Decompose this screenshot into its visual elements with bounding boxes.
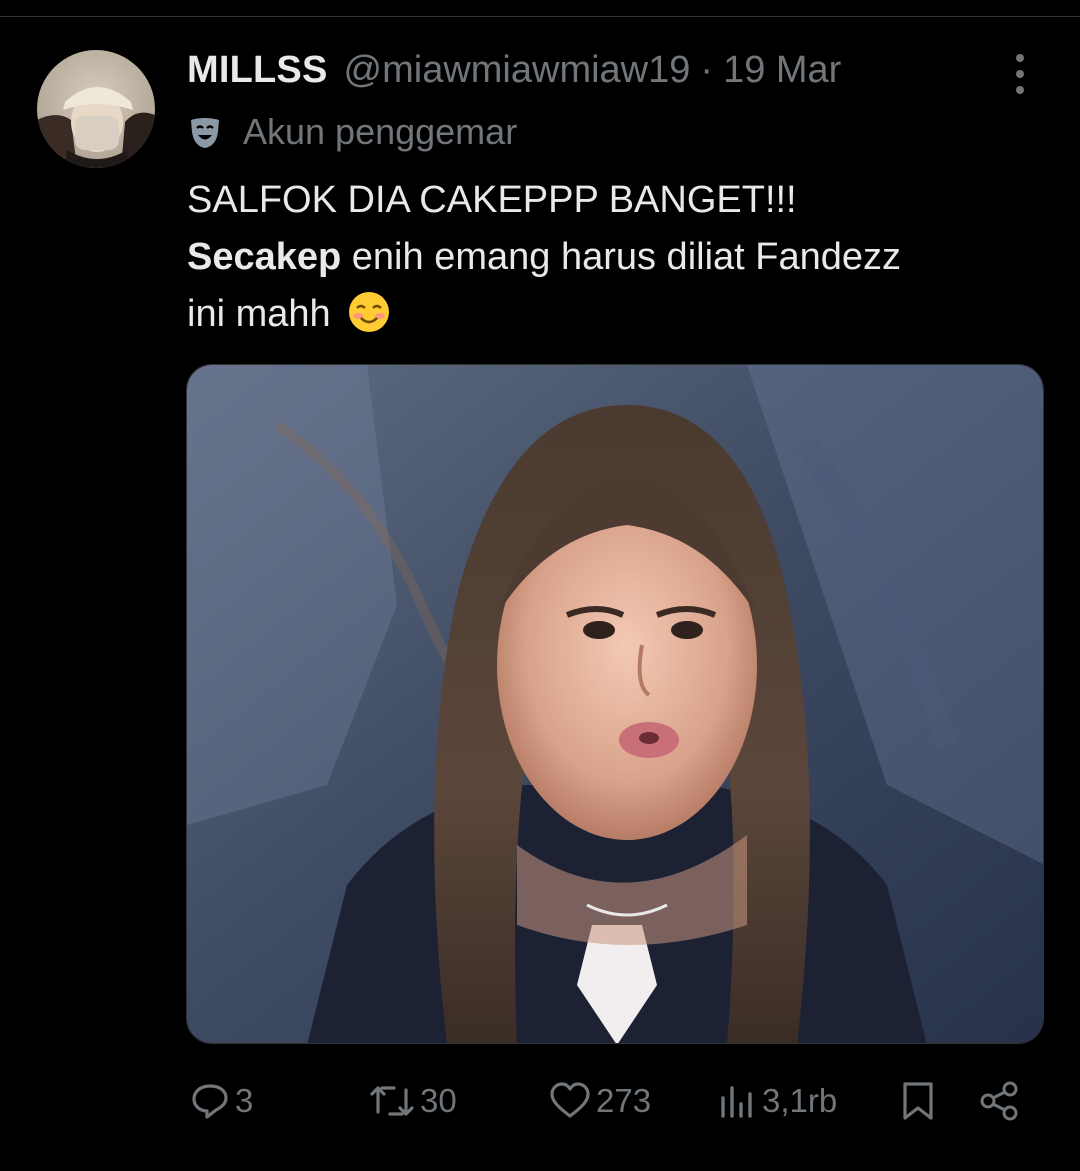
top-divider xyxy=(0,16,1080,17)
tweet-text: SALFOK DIA CAKEPPP BANGET!!! Secakep eni… xyxy=(187,172,1057,343)
more-dot xyxy=(1016,86,1024,94)
retweet-count: 30 xyxy=(420,1082,457,1119)
tweet-text-end: ini mahh xyxy=(187,293,331,335)
photo-image xyxy=(187,365,1043,1043)
tweet-text-line: ini mahh xyxy=(187,286,1057,343)
display-name[interactable]: MILLSS xyxy=(187,49,328,92)
reply-button[interactable]: 3 xyxy=(189,1075,253,1127)
bold-word: Secakep xyxy=(187,236,342,278)
tweet-media-photo[interactable] xyxy=(186,364,1044,1044)
header-separator: · xyxy=(700,48,714,91)
more-vertical-icon xyxy=(1016,54,1024,62)
theater-mask-icon xyxy=(191,118,219,148)
tweet-text-line: SALFOK DIA CAKEPPP BANGET!!! xyxy=(187,179,797,221)
like-button[interactable]: 273 xyxy=(548,1075,651,1127)
views-icon xyxy=(721,1086,752,1118)
account-label-text: Akun penggemar xyxy=(243,111,518,152)
avatar-image xyxy=(37,50,155,168)
views-count: 3,1rb xyxy=(762,1082,838,1119)
retweet-icon xyxy=(370,1086,414,1116)
tweet-text-line: Secakep enih emang harus diliat Fandezz xyxy=(187,229,1057,286)
views-button[interactable]: 3,1rb xyxy=(718,1075,837,1127)
heart-icon xyxy=(550,1082,590,1118)
bookmark-icon xyxy=(903,1082,933,1120)
avatar[interactable] xyxy=(37,50,155,168)
reply-icon xyxy=(192,1084,228,1119)
tweet-header: MILLSS @miawmiawmiaw19 · 19 Mar xyxy=(187,46,841,94)
like-count: 273 xyxy=(596,1082,652,1119)
reply-count: 3 xyxy=(235,1082,254,1119)
share-icon xyxy=(980,1081,1018,1121)
smiling-face-with-blush-icon xyxy=(349,292,390,332)
tweet-date[interactable]: 19 Mar xyxy=(723,49,841,92)
more-options-button[interactable] xyxy=(1002,52,1038,96)
share-button[interactable] xyxy=(978,1075,1022,1127)
retweet-button[interactable]: 30 xyxy=(368,1075,457,1127)
tweet-actions-bar: 3 30 273 3,1rb xyxy=(0,1075,1080,1127)
tweet-text-rest: enih emang harus diliat Fandezz xyxy=(341,236,902,278)
more-dot xyxy=(1016,70,1024,78)
account-label: Akun penggemar xyxy=(187,108,517,156)
bookmark-button[interactable] xyxy=(900,1075,936,1127)
user-handle[interactable]: @miawmiawmiaw19 xyxy=(344,49,691,92)
